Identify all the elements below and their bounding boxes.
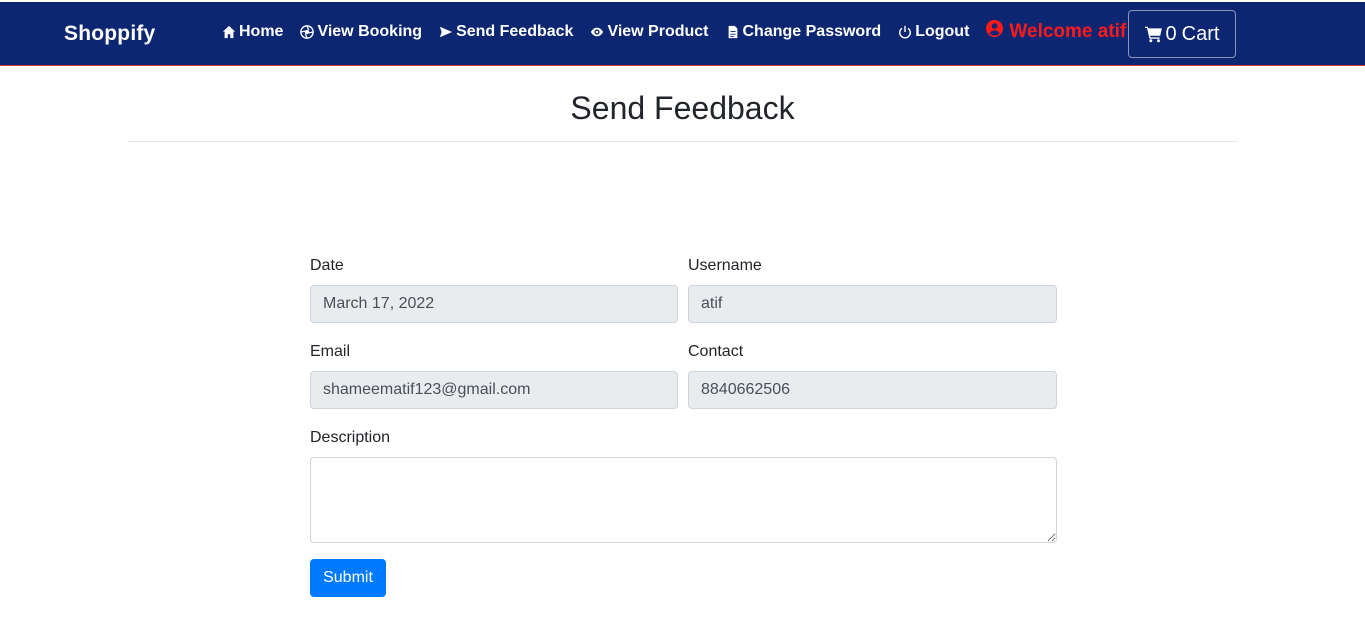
page-title: Send Feedback <box>570 90 795 126</box>
contact-field[interactable] <box>688 371 1057 409</box>
cart-icon <box>1144 26 1162 43</box>
user-circle-icon <box>986 20 1009 43</box>
nav-link-send-feedback[interactable]: Send Feedback <box>438 23 573 41</box>
submit-button[interactable]: Submit <box>310 559 386 597</box>
title-divider <box>128 141 1238 142</box>
send-icon <box>438 24 454 40</box>
nav-link-view-product[interactable]: View Product <box>589 22 709 41</box>
eye-icon <box>589 24 605 40</box>
username-field[interactable] <box>688 285 1057 323</box>
nav-link-label: Change Password <box>742 22 882 40</box>
welcome-user: Welcome atif <box>986 20 1126 43</box>
brand-logo[interactable]: Shoppify <box>64 22 155 46</box>
email-field[interactable] <box>310 371 678 409</box>
date-field[interactable] <box>310 285 678 323</box>
nav-link-home[interactable]: Home <box>221 23 283 41</box>
description-textarea[interactable] <box>310 457 1057 543</box>
nav-link-label: View Booking <box>317 22 423 40</box>
cart-button[interactable]: 0 Cart <box>1128 10 1236 58</box>
nav-links: Home View Booking Send Feedback View Pro… <box>221 20 1126 43</box>
cart-label: Cart <box>1181 22 1220 45</box>
document-icon <box>725 24 741 40</box>
nav-link-label: Home <box>239 22 284 40</box>
email-label: Email <box>310 343 351 360</box>
power-icon <box>897 24 913 40</box>
date-label: Date <box>310 257 344 274</box>
nav-link-change-password[interactable]: Change Password <box>725 22 882 41</box>
welcome-text: Welcome atif <box>1009 20 1127 42</box>
cart-count: 0 <box>1165 22 1177 45</box>
nav-link-view-booking[interactable]: View Booking <box>299 23 422 41</box>
top-navbar: Shoppify Home View Booking Send Feedback… <box>0 2 1365 66</box>
nav-link-label: View Product <box>607 22 709 40</box>
contact-label: Contact <box>688 343 744 360</box>
aperture-icon <box>299 24 315 40</box>
nav-link-label: Logout <box>915 22 970 40</box>
nav-link-logout[interactable]: Logout <box>897 23 969 41</box>
nav-link-label: Send Feedback <box>456 22 574 40</box>
description-label: Description <box>310 429 391 446</box>
username-label: Username <box>688 257 762 274</box>
home-icon <box>221 24 237 40</box>
